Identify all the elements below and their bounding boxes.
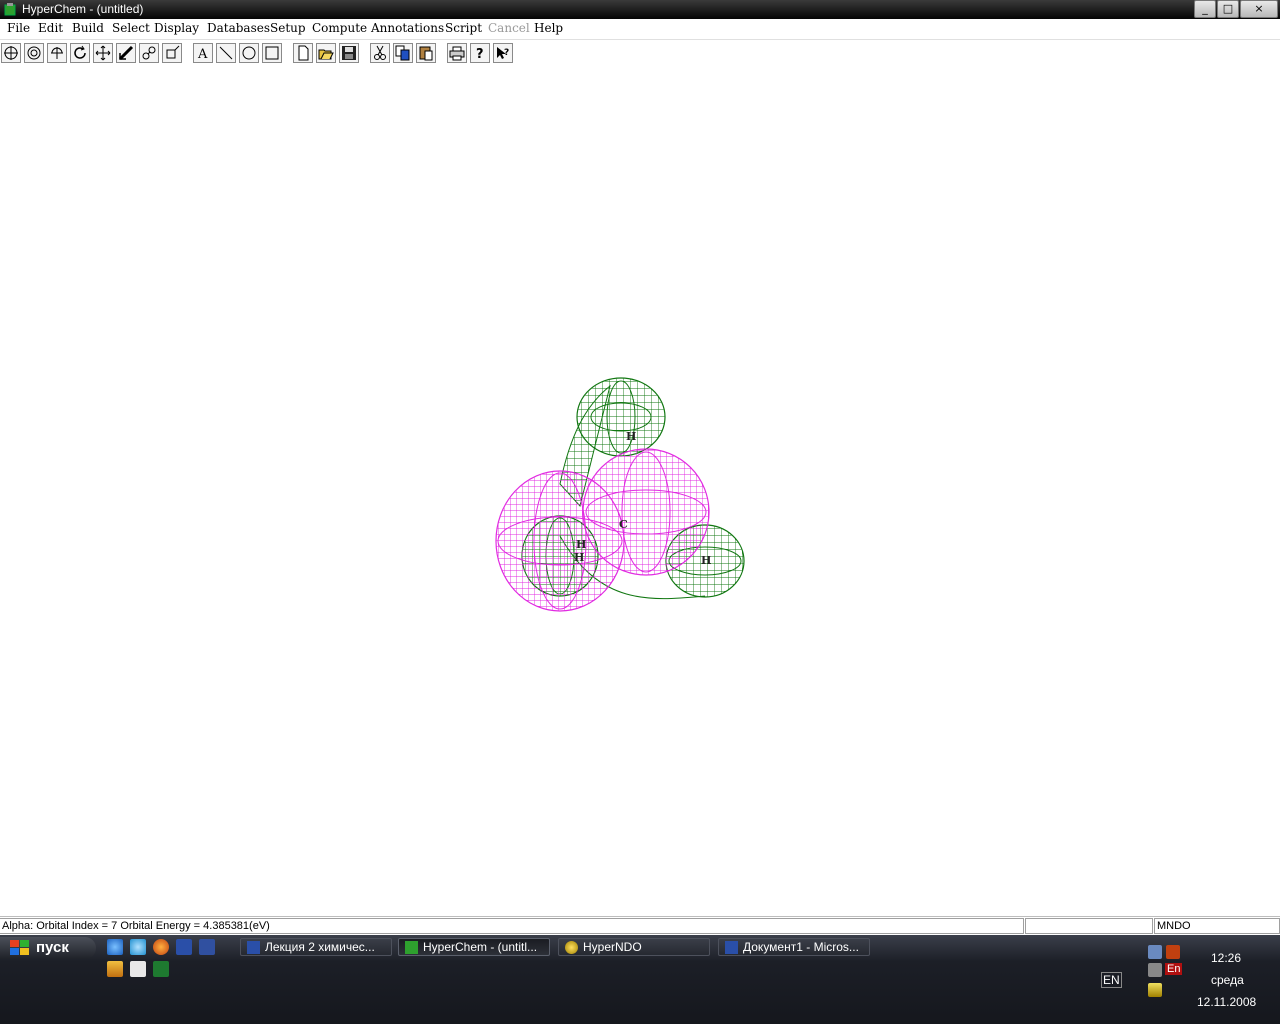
clock-date: 12.11.2008 [1197,995,1257,1009]
hyperchem-icon [405,941,418,954]
menu-script[interactable]: Script [445,21,482,35]
tray-lang-indicator[interactable]: En [1165,963,1183,975]
svg-text:?: ? [476,47,484,61]
maximize-button[interactable]: □ [1217,0,1239,18]
status-method: MNDO [1154,918,1280,934]
word-icon[interactable] [176,939,192,955]
translate-xy-tool-icon[interactable] [93,43,113,63]
minimize-button[interactable]: _ [1194,0,1216,18]
menu-bar: File Edit Build Select Display Databases… [0,19,1280,40]
rectangle-tool-icon[interactable] [262,43,282,63]
atom-label-h-back: H [574,551,584,564]
help-icon[interactable]: ? [470,43,490,63]
zoom-tool-icon[interactable] [139,43,159,63]
svg-text:A: A [197,47,208,61]
draw-tool-icon[interactable] [1,43,21,63]
context-help-icon[interactable]: ? [493,43,513,63]
text-tool-icon[interactable]: A [193,43,213,63]
molecular-orbital-view[interactable]: H C H H H [0,66,1280,916]
window-title: HyperChem - (untitled) [22,2,144,16]
menu-display[interactable]: Display [154,21,199,35]
windows-logo-icon [10,940,29,955]
hyperndo-icon [565,941,578,954]
network-icon[interactable] [1148,945,1162,959]
atom-label-h-front: H [576,538,586,551]
app-icon[interactable] [130,961,146,977]
menu-compute[interactable]: Compute [312,21,367,35]
open-file-icon[interactable] [316,43,336,63]
ie-icon[interactable] [107,939,123,955]
start-label: пуск [36,939,69,956]
menu-databases[interactable]: Databases [207,21,270,35]
clock-day: среда [1211,973,1244,987]
tool-icon[interactable] [107,961,123,977]
print-icon[interactable] [447,43,467,63]
close-button[interactable]: × [1240,0,1278,18]
toolbar: A ? ? [0,40,1280,66]
excel-icon[interactable] [153,961,169,977]
ellipse-tool-icon[interactable] [239,43,259,63]
rotate-xy-tool-icon[interactable] [47,43,67,63]
paste-icon[interactable] [416,43,436,63]
firefox-icon[interactable] [153,939,169,955]
taskbar: пуск Лекция 2 химичес... HyperChem - (un… [0,935,1280,1024]
status-cell-empty [1025,918,1153,934]
word-doc-icon [725,941,738,954]
menu-edit[interactable]: Edit [38,21,63,35]
task-lecture-doc[interactable]: Лекция 2 химичес... [240,938,392,956]
atom-label-h-top: H [626,430,636,443]
molecule-workspace[interactable]: H C H H H [0,66,1280,916]
new-file-icon[interactable] [293,43,313,63]
language-indicator[interactable]: EN [1101,972,1122,988]
translate-z-tool-icon[interactable] [116,43,136,63]
save-file-icon[interactable] [339,43,359,63]
clock-time[interactable]: 12:26 [1211,951,1241,965]
rotate-z-tool-icon[interactable] [70,43,90,63]
task-hyperchem[interactable]: HyperChem - (untitl... [398,938,550,956]
atom-label-h-right: H [701,554,711,567]
cut-icon[interactable] [370,43,390,63]
menu-cancel: Cancel [488,21,530,35]
copy-icon[interactable] [393,43,413,63]
menu-help[interactable]: Help [534,21,563,35]
task-hyperndo[interactable]: HyperNDO [558,938,710,956]
task-document1[interactable]: Документ1 - Micros... [718,938,870,956]
menu-file[interactable]: File [7,21,30,35]
status-bar: Alpha: Orbital Index = 7 Orbital Energy … [0,916,1280,936]
menu-annotations[interactable]: Annotations [371,21,444,35]
save-icon[interactable] [199,939,215,955]
select-tool-icon[interactable] [24,43,44,63]
menu-setup[interactable]: Setup [270,21,306,35]
title-bar: HyperChem - (untitled) _ □ × [0,0,1280,19]
word-doc-icon [247,941,260,954]
status-message: Alpha: Orbital Index = 7 Orbital Energy … [0,918,1024,934]
line-tool-icon[interactable] [216,43,236,63]
atom-label-c: C [619,518,628,531]
hyperchem-app-icon [4,3,16,16]
menu-build[interactable]: Build [72,21,104,35]
browser-icon[interactable] [130,939,146,955]
svg-text:?: ? [504,48,509,58]
clip-tool-icon[interactable] [162,43,182,63]
menu-select[interactable]: Select [112,21,150,35]
tray-tool-icon[interactable] [1148,963,1162,977]
start-button[interactable]: пуск [0,937,96,959]
volume-icon[interactable] [1166,945,1180,959]
tray-pencil-icon[interactable] [1148,983,1162,997]
